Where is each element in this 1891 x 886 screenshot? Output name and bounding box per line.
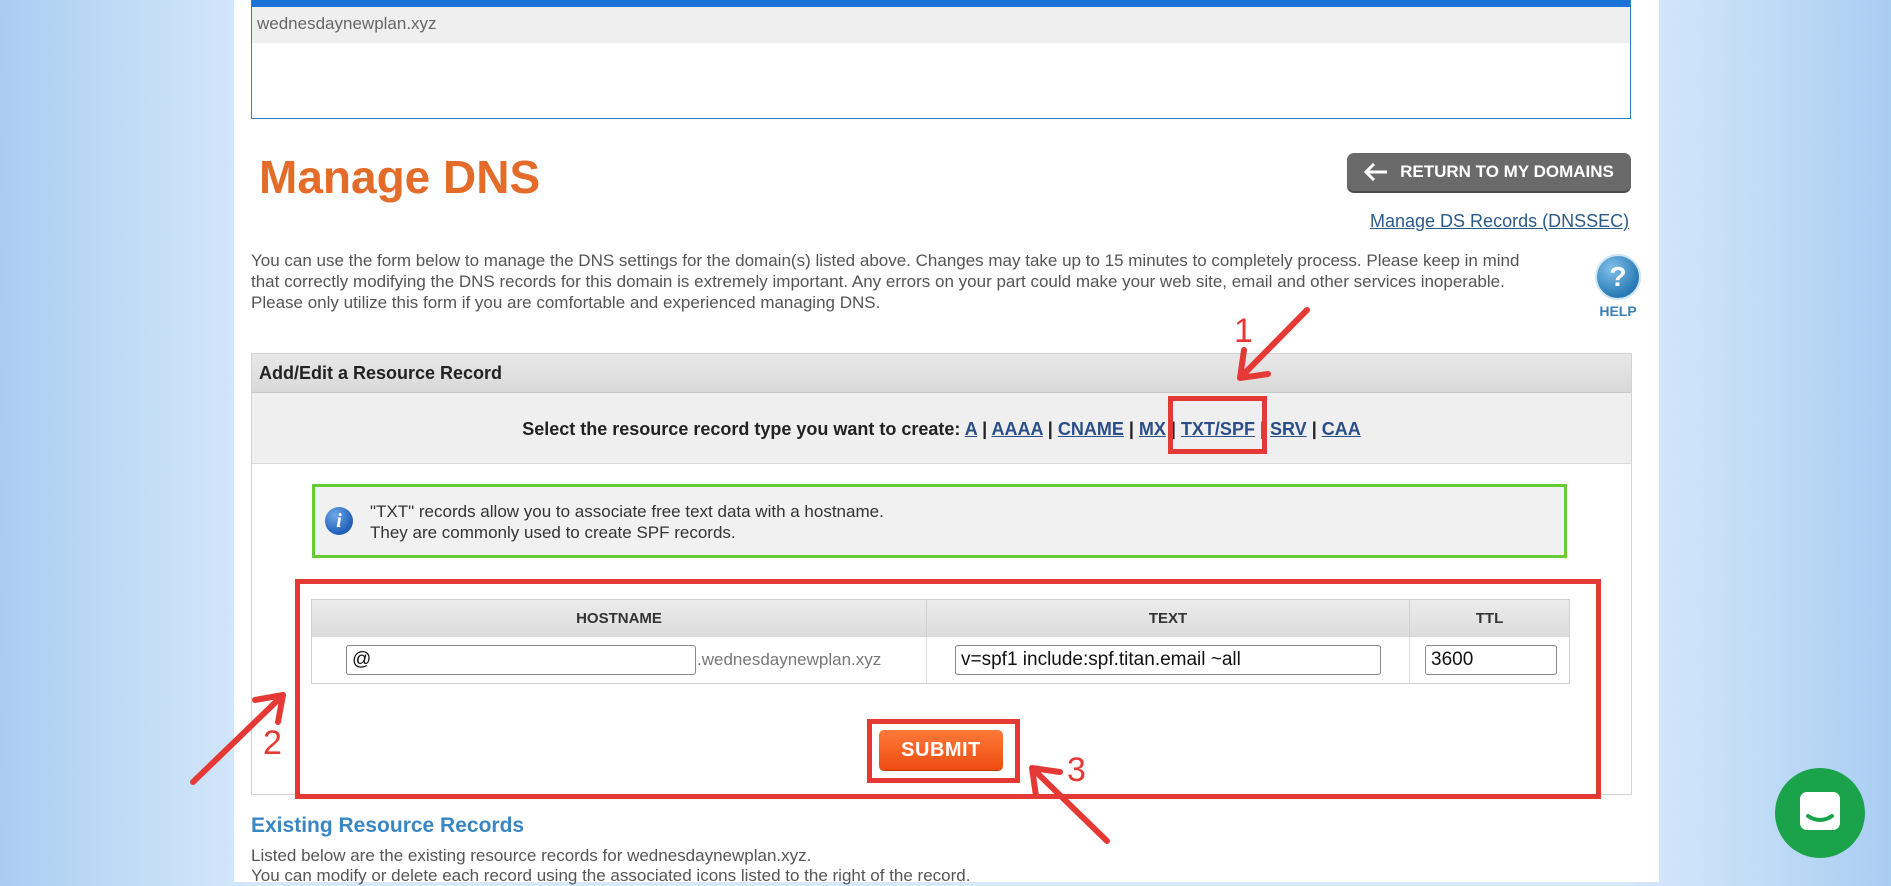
chat-launcher-button[interactable] xyxy=(1775,768,1865,858)
annotation-arrows xyxy=(190,307,1310,844)
arrow-2 xyxy=(190,692,286,785)
chat-icon xyxy=(1800,792,1840,830)
arrow-1 xyxy=(1237,307,1310,381)
arrow-3 xyxy=(1029,765,1110,844)
